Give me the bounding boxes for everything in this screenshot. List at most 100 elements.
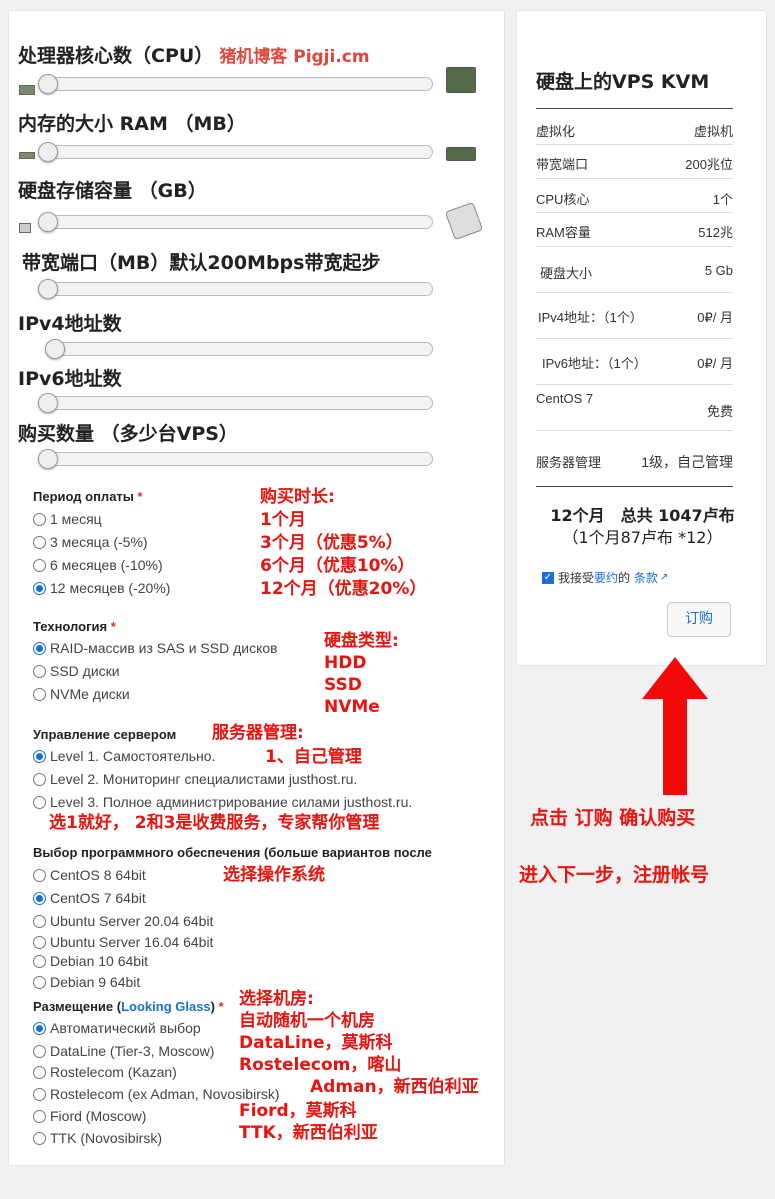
radio-icon[interactable]: [33, 914, 46, 928]
technology-heading: Технология *: [33, 619, 116, 634]
total-divider: [536, 486, 733, 487]
payment-option[interactable]: 6 месяцев (-10%): [33, 557, 163, 573]
location-option[interactable]: Fiord (Moscow): [33, 1108, 146, 1124]
disk-slider-label: 硬盘存储容量 （GB）: [18, 180, 207, 202]
configurator-panel: 处理器核心数（CPU） 猪机博客 Pigji.cm 内存的大小 RAM （MB） …: [8, 10, 505, 1166]
radio-selected-icon[interactable]: [33, 581, 46, 595]
ipv6-slider-label: IPv6地址数: [18, 368, 122, 390]
radio-icon[interactable]: [33, 664, 46, 678]
os-option[interactable]: Ubuntu Server 16.04 64bit: [33, 934, 213, 950]
os-option-selected[interactable]: CentOS 7 64bit: [33, 890, 146, 906]
offer-link[interactable]: 要约: [594, 569, 618, 586]
order-summary-panel: 硬盘上的VPS KVM 虚拟化 虚拟机 带宽端口 200兆位 CPU核心 1个 RAM…: [516, 10, 767, 666]
management-option[interactable]: Level 2. Мониторинг специалистами justho…: [33, 771, 357, 787]
software-heading: Выбор программного обеспечения (больше в…: [33, 845, 432, 860]
radio-selected-icon[interactable]: [33, 749, 46, 763]
cpu-slider-label: 处理器核心数（CPU） 猪机博客 Pigji.cm: [18, 41, 370, 68]
radio-icon[interactable]: [33, 535, 46, 549]
order-button[interactable]: 订购: [667, 602, 731, 637]
radio-icon[interactable]: [33, 868, 46, 882]
radio-selected-icon[interactable]: [33, 1021, 46, 1035]
title-divider: [536, 108, 733, 109]
disk-slider[interactable]: [38, 212, 433, 232]
radio-icon[interactable]: [33, 795, 46, 809]
management-option[interactable]: Level 3. Полное администрирование силами…: [33, 794, 412, 810]
payment-option-selected[interactable]: 12 месяцев (-20%): [33, 580, 170, 596]
tech-option-selected[interactable]: RAID-массив из SAS и SSD дисков: [33, 640, 278, 656]
ipv6-slider[interactable]: [38, 393, 433, 413]
bandwidth-slider-label: 带宽端口（MB）默认200Mbps带宽起步: [22, 252, 381, 274]
bandwidth-slider-handle[interactable]: [38, 279, 58, 299]
ram-slider[interactable]: [38, 142, 433, 162]
total-price: 12个月 总共 1047卢布: [550, 506, 735, 525]
agree-terms[interactable]: ✓ 我接受 要约的 条款 ↗: [536, 569, 668, 586]
radio-icon[interactable]: [33, 975, 46, 989]
location-option-selected[interactable]: Автоматический выбор: [33, 1020, 201, 1036]
tech-option[interactable]: SSD диски: [33, 663, 120, 679]
radio-icon[interactable]: [33, 1109, 46, 1123]
os-option[interactable]: Debian 9 64bit: [33, 974, 140, 990]
ipv4-slider[interactable]: [45, 339, 433, 359]
annotation-period: 购买时长: 1个月 3个月（优惠5%） 6个月（优惠10%） 12个月（优惠20…: [260, 487, 427, 599]
annotation-datacenter-more: Fiord，莫斯科 TTK，新西伯利亚: [239, 1101, 378, 1143]
radio-icon[interactable]: [33, 1065, 46, 1079]
payment-option[interactable]: 1 месяц: [33, 511, 102, 527]
quantity-slider[interactable]: [38, 449, 433, 469]
annotation-management-title: 服务器管理:: [212, 723, 304, 743]
ipv6-slider-handle[interactable]: [38, 393, 58, 413]
location-option[interactable]: TTK (Novosibirsk): [33, 1130, 162, 1146]
ram-icon: [19, 152, 35, 159]
bandwidth-slider[interactable]: [38, 279, 433, 299]
disk-slider-handle[interactable]: [38, 212, 58, 232]
annotation-os: 选择操作系统: [223, 865, 325, 885]
cpu-slider[interactable]: [38, 74, 433, 94]
location-option[interactable]: DataLine (Tier-3, Moscow): [33, 1043, 214, 1059]
ram-module-icon: [446, 147, 476, 161]
summary-title: 硬盘上的VPS KVM: [536, 71, 710, 93]
radio-icon[interactable]: [33, 558, 46, 572]
os-option[interactable]: CentOS 8 64bit: [33, 867, 146, 883]
annotation-management-note: 选1就好， 2和3是收费服务，专家帮你管理: [49, 813, 380, 833]
location-heading: Размещение (Looking Glass) *: [33, 999, 224, 1014]
annotation-self-manage: 1、自己管理: [265, 747, 362, 767]
ram-slider-label: 内存的大小 RAM （MB）: [18, 113, 246, 135]
brand-watermark: 猪机博客 Pigji.cm: [219, 47, 370, 67]
payment-period-heading: Период оплаты *: [33, 489, 143, 504]
ipv4-slider-label: IPv4地址数: [18, 313, 122, 335]
ram-slider-handle[interactable]: [38, 142, 58, 162]
cpu-slider-handle[interactable]: [38, 74, 58, 94]
checkbox-checked-icon[interactable]: ✓: [542, 571, 554, 584]
cpu-icon: [19, 85, 35, 95]
terms-link[interactable]: 条款: [634, 569, 658, 586]
radio-selected-icon[interactable]: [33, 641, 46, 655]
payment-option[interactable]: 3 месяца (-5%): [33, 534, 148, 550]
management-option-selected[interactable]: Level 1. Самостоятельно.: [33, 748, 215, 764]
monthly-price: （1个月87卢布 *12）: [562, 528, 723, 547]
tech-option[interactable]: NVMe диски: [33, 686, 130, 702]
annotation-disk-type: 硬盘类型: HDD SSD NVMe: [324, 631, 399, 717]
radio-icon[interactable]: [33, 687, 46, 701]
divider: [536, 212, 733, 213]
annotation-next-step: 进入下一步，注册帐号: [519, 864, 710, 886]
divider: [536, 178, 733, 179]
divider: [536, 292, 733, 293]
ipv4-slider-handle[interactable]: [45, 339, 65, 359]
divider: [536, 246, 733, 247]
looking-glass-link[interactable]: Looking Glass: [121, 999, 211, 1014]
annotation-adman: Adman，新西伯利亚: [310, 1077, 479, 1097]
radio-icon[interactable]: [33, 935, 46, 949]
os-option[interactable]: Ubuntu Server 20.04 64bit: [33, 913, 213, 929]
red-arrow-icon: [642, 657, 708, 795]
quantity-slider-handle[interactable]: [38, 449, 58, 469]
management-heading: Управление сервером: [33, 727, 177, 742]
location-option[interactable]: Rostelecom (Kazan): [33, 1064, 177, 1080]
radio-icon[interactable]: [33, 954, 46, 968]
radio-selected-icon[interactable]: [33, 891, 46, 905]
radio-icon[interactable]: [33, 772, 46, 786]
os-option[interactable]: Debian 10 64bit: [33, 953, 148, 969]
radio-icon[interactable]: [33, 1087, 46, 1101]
quantity-slider-label: 购买数量 （多少台VPS）: [18, 423, 238, 445]
radio-icon[interactable]: [33, 1044, 46, 1058]
radio-icon[interactable]: [33, 512, 46, 526]
radio-icon[interactable]: [33, 1131, 46, 1145]
